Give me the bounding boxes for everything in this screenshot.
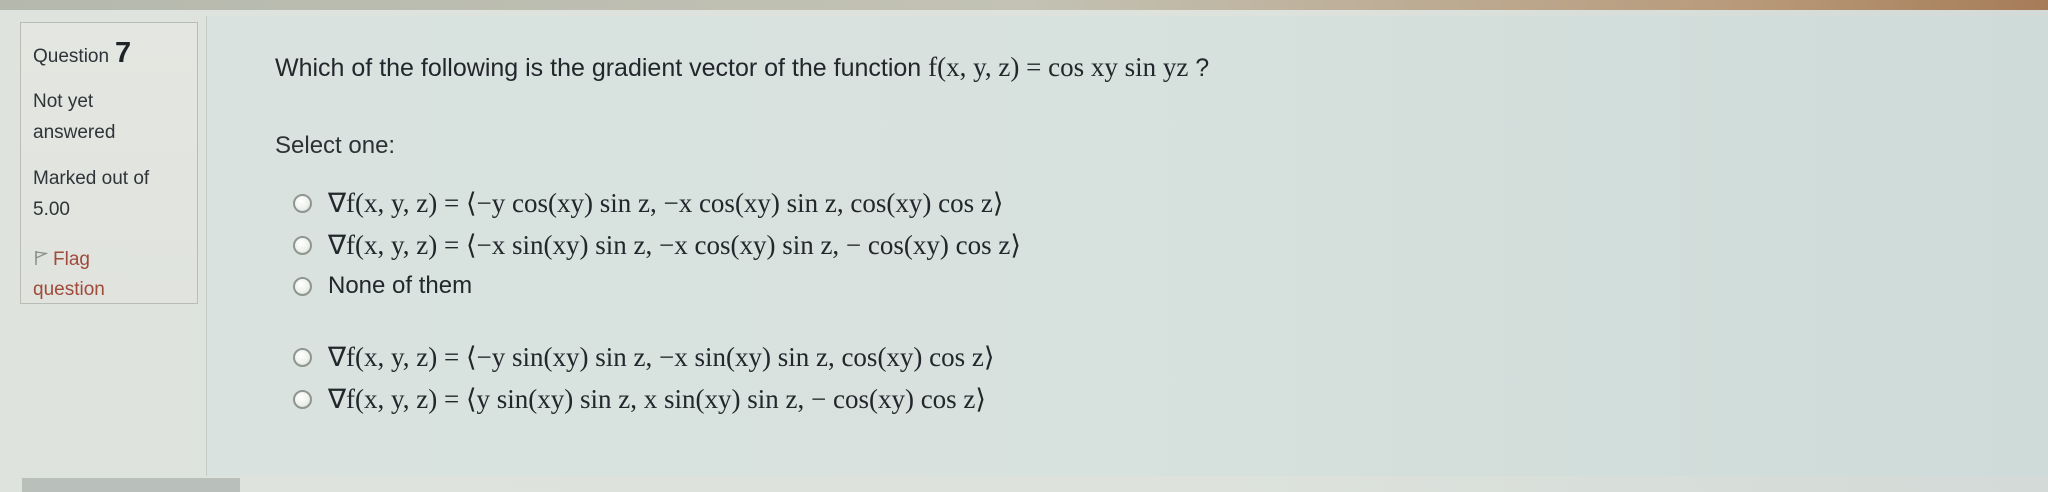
question-function: f(x, y, z) = cos xy sin yz <box>928 52 1189 82</box>
question-text: Which of the following is the gradient v… <box>275 52 1209 83</box>
answer-option-text: None of them <box>328 272 473 299</box>
answer-option-4[interactable]: ∇f(x, y, z) = ⟨−y sin(xy) sin z, −x sin(… <box>293 342 994 373</box>
question-heading: Question 7 <box>33 37 187 70</box>
question-suffix: ? <box>1188 54 1210 82</box>
answer-option-2[interactable]: ∇f(x, y, z) = ⟨−x sin(xy) sin z, −x cos(… <box>293 230 1021 261</box>
answer-option-1[interactable]: ∇f(x, y, z) = ⟨−y cos(xy) sin z, −x cos(… <box>293 188 1003 219</box>
flag-icon <box>35 251 49 265</box>
answer-option-text: ∇f(x, y, z) = ⟨−y cos(xy) sin z, −x cos(… <box>328 188 1004 218</box>
answer-status: Not yet answered <box>33 91 116 143</box>
radio-button[interactable] <box>293 236 312 255</box>
radio-button[interactable] <box>293 276 312 296</box>
radio-button[interactable] <box>293 348 312 367</box>
radio-button[interactable] <box>293 390 312 409</box>
question-number: 7 <box>115 37 132 69</box>
answer-option-5[interactable]: ∇f(x, y, z) = ⟨y sin(xy) sin z, x sin(xy… <box>293 384 986 415</box>
select-one-label: Select one: <box>275 132 396 159</box>
answer-option-3[interactable]: None of them <box>293 272 472 300</box>
question-prefix: Which of the following is the gradient v… <box>275 54 922 82</box>
flag-question-link[interactable]: Flag question <box>33 245 133 305</box>
question-info-panel: Question 7 Not yet answered Marked out o… <box>20 22 198 304</box>
answer-option-text: ∇f(x, y, z) = ⟨−x sin(xy) sin z, −x cos(… <box>328 230 1021 260</box>
question-content-panel: Which of the following is the gradient v… <box>206 16 2048 476</box>
marked-out-of: Marked out of 5.00 <box>33 168 150 220</box>
answer-option-text: ∇f(x, y, z) = ⟨y sin(xy) sin z, x sin(xy… <box>328 384 986 414</box>
question-label: Question <box>33 46 110 67</box>
answer-option-text: ∇f(x, y, z) = ⟨−y sin(xy) sin z, −x sin(… <box>328 342 995 372</box>
bottom-nav-edge <box>22 478 240 492</box>
radio-button[interactable] <box>293 194 312 213</box>
